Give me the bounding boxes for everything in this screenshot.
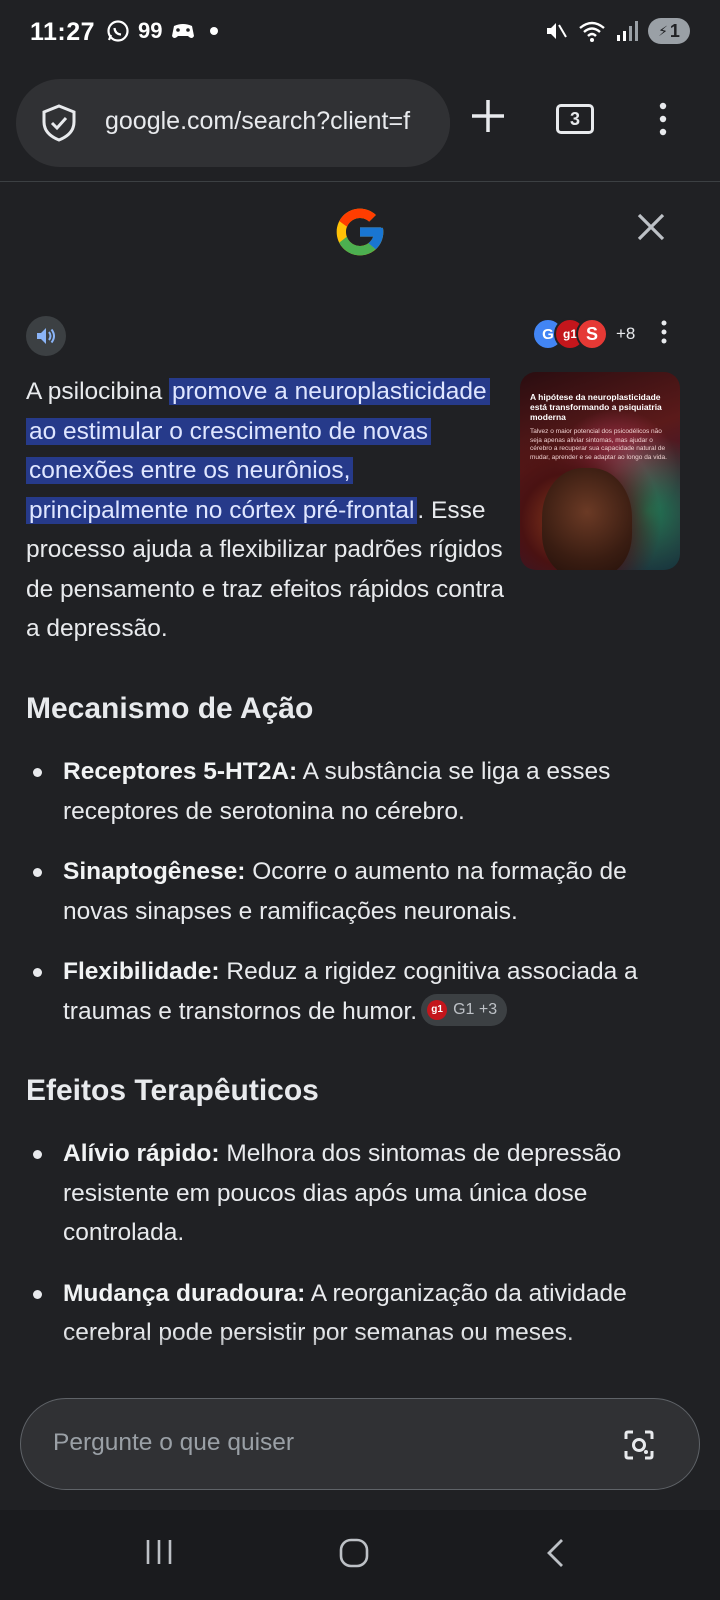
- shield-icon[interactable]: [40, 103, 78, 143]
- answer-summary: A hipótese da neuroplasticidade está tra…: [26, 372, 680, 649]
- close-button[interactable]: [636, 212, 666, 247]
- battery-level: 1: [669, 20, 680, 41]
- status-notification-icons: 99: [106, 18, 219, 44]
- listen-button[interactable]: [26, 316, 66, 356]
- item-term: Alívio rápido:: [63, 1140, 220, 1167]
- ask-placeholder: Pergunte o que quiser: [53, 1429, 295, 1456]
- thumbnail-body: Talvez o maior potencial dos psicodélico…: [530, 428, 667, 461]
- new-tab-button[interactable]: [470, 98, 506, 134]
- answer-text-before: A psilocibina: [26, 378, 170, 405]
- source-avatars[interactable]: G g1 S +8: [532, 318, 635, 350]
- item-term: Receptores 5-HT2A:: [63, 758, 298, 785]
- plus-icon: [472, 100, 504, 132]
- lens-button[interactable]: [623, 1429, 655, 1466]
- citation-chip[interactable]: g1 G1 +3: [421, 994, 508, 1027]
- home-icon: [339, 1538, 369, 1568]
- google-logo-icon: [336, 208, 384, 256]
- back-icon: [547, 1539, 563, 1567]
- ask-input[interactable]: Pergunte o que quiser: [20, 1398, 700, 1490]
- citation-label: G1 +3: [453, 1001, 498, 1019]
- url-fade: [410, 79, 450, 167]
- sources-more-count: +8: [616, 324, 636, 343]
- source-thumbnail[interactable]: A hipótese da neuroplasticidade está tra…: [520, 372, 680, 570]
- home-button[interactable]: [338, 1537, 370, 1574]
- signal-icon: [617, 21, 638, 41]
- url-bar[interactable]: google.com/search?client=f: [16, 79, 450, 167]
- browser-toolbar: google.com/search?client=f 3: [0, 68, 720, 182]
- game-controller-icon: [172, 24, 195, 38]
- wifi-icon: [579, 21, 605, 42]
- list-item: Receptores 5-HT2A: A substância se liga …: [26, 752, 686, 831]
- back-button[interactable]: [544, 1537, 566, 1574]
- browser-menu-button[interactable]: [658, 102, 668, 136]
- ai-overview-panel: G g1 S +8 A hipótese da neuroplasticidad…: [0, 182, 720, 1510]
- list-item: Sinaptogênese: Ocorre o aumento na forma…: [26, 852, 686, 931]
- status-time: 11:27: [30, 18, 96, 46]
- tab-switcher-button[interactable]: 3: [556, 104, 594, 134]
- list-item: Flexibilidade: Reduz a rigidez cognitiva…: [26, 952, 686, 1031]
- answer-meta-row: G g1 S +8: [26, 316, 696, 356]
- tab-count: 3: [556, 104, 594, 134]
- thumbnail-title: A hipótese da neuroplasticidade está tra…: [530, 392, 662, 422]
- dot-icon: [210, 27, 219, 35]
- url-text[interactable]: google.com/search?client=f: [105, 107, 410, 136]
- whatsapp-icon: [107, 20, 129, 42]
- section-title-mechanism: Mecanismo de Ação: [26, 692, 314, 725]
- status-bar: 11:27 99 ⚡ 1: [0, 0, 720, 68]
- g1-icon: g1: [427, 1000, 448, 1021]
- list-item: Alívio rápido: Melhora dos sintomas de d…: [26, 1134, 686, 1253]
- notification-count: 99: [138, 18, 163, 43]
- recent-apps-button[interactable]: [144, 1537, 174, 1572]
- mechanism-list: Receptores 5-HT2A: A substância se liga …: [26, 752, 686, 1052]
- system-nav-bar: [0, 1510, 720, 1600]
- recents-icon: [146, 1540, 172, 1564]
- source-avatar-s: S: [576, 318, 608, 350]
- item-term: Sinaptogênese:: [63, 858, 246, 885]
- answer-menu-button[interactable]: [660, 320, 668, 349]
- thumbnail-face-image: [542, 468, 632, 570]
- section-title-effects: Efeitos Terapêuticos: [26, 1074, 319, 1107]
- mute-icon: [547, 23, 567, 39]
- content-fade: [0, 1332, 720, 1372]
- more-vert-icon: [659, 102, 667, 136]
- speaker-icon: [37, 328, 55, 344]
- status-system-icons: ⚡ 1: [544, 18, 690, 44]
- close-icon: [637, 213, 665, 241]
- battery-icon: ⚡ 1: [648, 18, 690, 44]
- more-vert-icon: [661, 320, 667, 344]
- google-lens-icon: [624, 1430, 654, 1460]
- item-term: Mudança duradoura:: [63, 1279, 306, 1307]
- item-term: Flexibilidade:: [63, 958, 220, 985]
